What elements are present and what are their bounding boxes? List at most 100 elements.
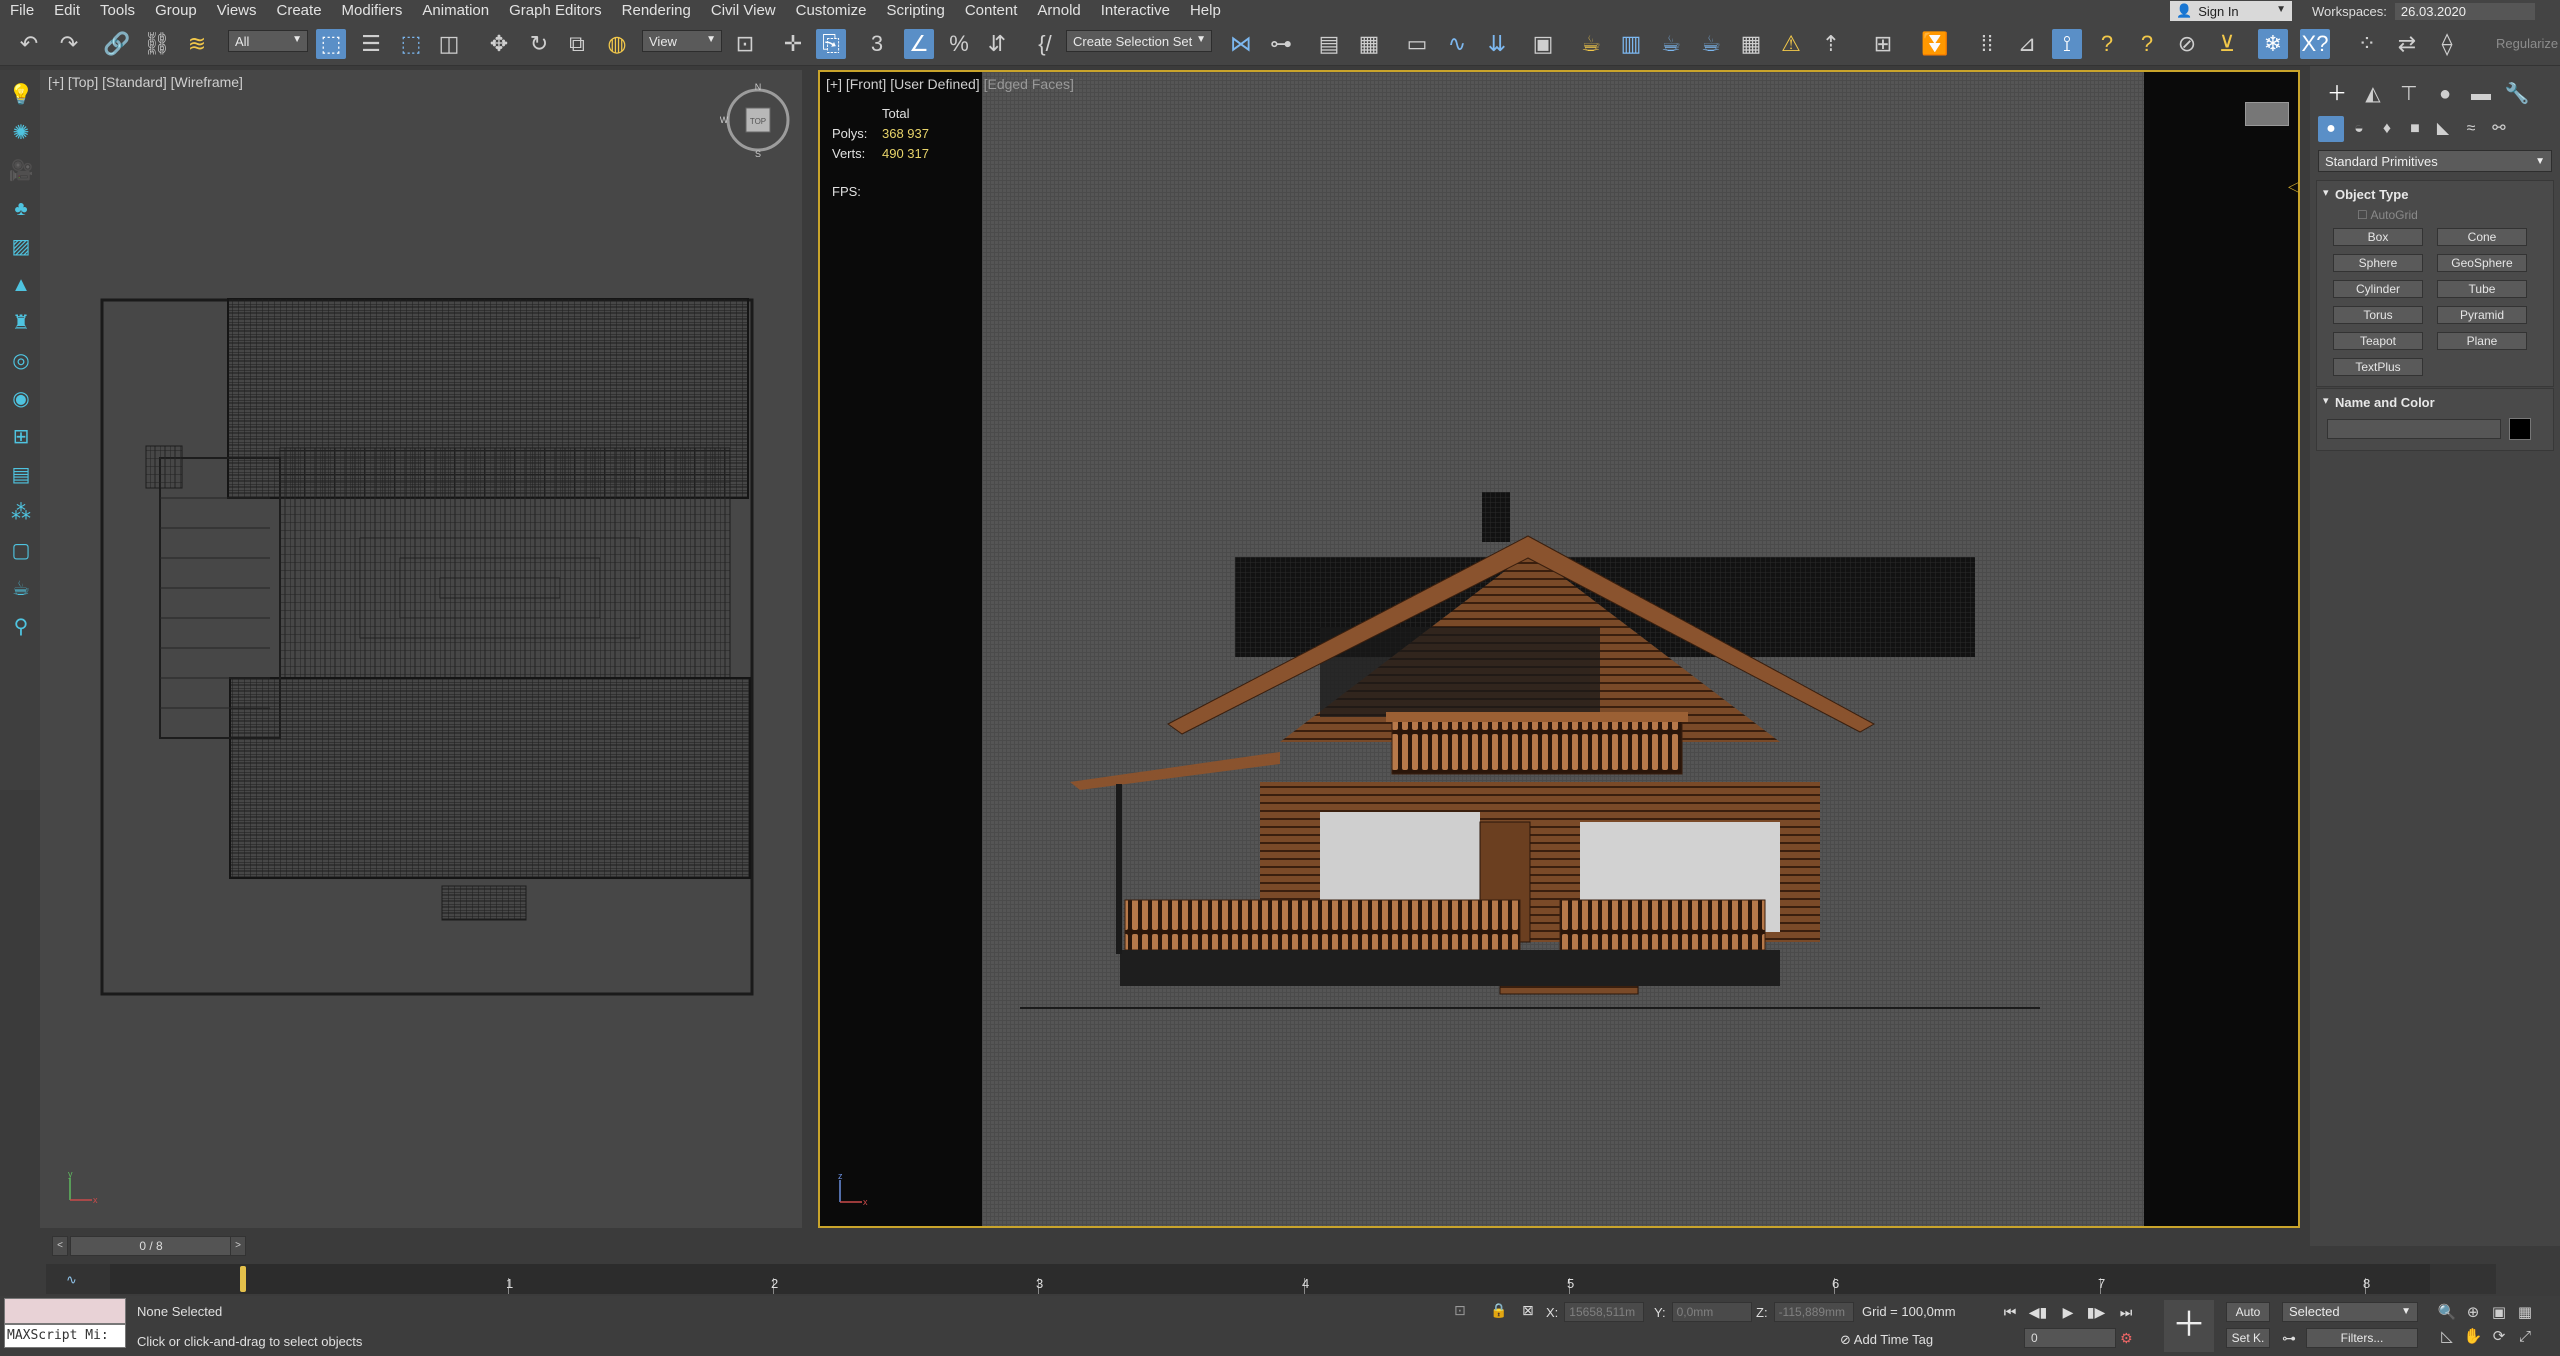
- go-to-end-icon[interactable]: ⏭: [2114, 1300, 2138, 1324]
- key-mode-icon[interactable]: ⊶: [2282, 1330, 2296, 1347]
- manipulate-icon[interactable]: ✛: [778, 29, 808, 59]
- snap-magnet-icon[interactable]: ⟟: [2052, 29, 2082, 59]
- key-filter-dropdown[interactable]: Selected ▼: [2282, 1302, 2418, 1322]
- top-viewport[interactable]: [+] [Top] [Standard] [Wireframe] TOP N S…: [40, 70, 802, 1228]
- named-selection-set-dropdown[interactable]: Create Selection Set ▼: [1066, 30, 1212, 52]
- name-and-color-title[interactable]: Name and Color: [2317, 389, 2553, 416]
- x-coordinate-field[interactable]: 15658,511m: [1564, 1302, 1645, 1322]
- menu-create[interactable]: Create: [267, 0, 332, 22]
- teapot-icon[interactable]: ☕: [8, 576, 34, 602]
- modify-tab-icon[interactable]: ◭: [2358, 80, 2388, 108]
- menu-civil-view[interactable]: Civil View: [701, 0, 786, 22]
- set-key-big-icon[interactable]: ＋: [2164, 1300, 2214, 1352]
- viewport-separator[interactable]: [802, 70, 818, 1228]
- orbit-icon[interactable]: ⟳: [2488, 1326, 2510, 1348]
- menu-edit[interactable]: Edit: [44, 0, 90, 22]
- frame-icon[interactable]: ▢: [8, 538, 34, 564]
- mirror-icon[interactable]: ⋈: [1226, 29, 1256, 59]
- snaps-toggle-icon[interactable]: 3: [862, 29, 892, 59]
- maximize-viewport-icon[interactable]: ⤢: [2514, 1326, 2536, 1348]
- timeline-ruler[interactable]: 1 2 3 4 5 6 7 8: [110, 1264, 2430, 1294]
- render-grid-icon[interactable]: ▦: [1736, 29, 1766, 59]
- render-iterative-icon[interactable]: ☕: [1696, 29, 1726, 59]
- geosphere-button[interactable]: GeoSphere: [2437, 254, 2527, 272]
- menu-group[interactable]: Group: [145, 0, 207, 22]
- maxscript-input[interactable]: MAXScript Mi:: [4, 1324, 126, 1348]
- maxscript-output[interactable]: [4, 1298, 126, 1324]
- selection-lock-icon[interactable]: 🔒: [1490, 1302, 1507, 1319]
- open-explorer-icon[interactable]: ⊞: [1868, 29, 1898, 59]
- lights-icon[interactable]: ♦: [2374, 116, 2400, 142]
- top-viewport-label[interactable]: [+] [Top] [Standard] [Wireframe]: [48, 74, 243, 90]
- rectangular-selection-icon[interactable]: ⬚: [396, 29, 426, 59]
- menu-animation[interactable]: Animation: [412, 0, 499, 22]
- xview-icon[interactable]: X?: [2300, 29, 2330, 59]
- grid-box-icon[interactable]: ⊞: [8, 424, 34, 450]
- sun-icon[interactable]: ✺: [8, 120, 34, 146]
- unlink-icon[interactable]: ⛓: [142, 29, 172, 59]
- absolute-mode-icon[interactable]: ⊠: [1522, 1302, 1534, 1319]
- box-button[interactable]: Box: [2333, 228, 2423, 246]
- expand-toolbar-icon[interactable]: ⏬: [1920, 29, 1950, 59]
- autogrid-checkbox[interactable]: ☐ AutoGrid: [2317, 208, 2553, 222]
- selection-filter-dropdown[interactable]: All ▼: [228, 30, 308, 52]
- pivot-center-icon[interactable]: ⊡: [730, 29, 760, 59]
- helpers-icon[interactable]: ◣: [2430, 116, 2456, 142]
- snap-angle-icon[interactable]: ?: [2092, 29, 2122, 59]
- time-slider[interactable]: 0 / 8: [70, 1236, 232, 1256]
- particles-icon[interactable]: ⁂: [8, 500, 34, 526]
- scene-explorer-icon[interactable]: ▤: [1314, 29, 1344, 59]
- menu-rendering[interactable]: Rendering: [612, 0, 701, 22]
- viewport-shading-standard[interactable]: [Standard]: [102, 74, 167, 90]
- utilities-tab-icon[interactable]: 🔧: [2502, 80, 2532, 108]
- keyboard-shortcut-override-icon[interactable]: ⎘: [816, 29, 846, 59]
- isolate-selection-icon[interactable]: ⊡: [1454, 1302, 1466, 1319]
- layer-explorer-icon[interactable]: ▦: [1354, 29, 1384, 59]
- redo-icon[interactable]: ↷: [54, 29, 84, 59]
- current-frame-marker[interactable]: [240, 1266, 246, 1292]
- go-to-start-icon[interactable]: ⏮: [1998, 1300, 2022, 1324]
- bulb-small-icon[interactable]: ⚲: [8, 614, 34, 640]
- edit-named-selection-icon[interactable]: {/: [1030, 29, 1060, 59]
- cameras-icon[interactable]: ■: [2402, 116, 2428, 142]
- hierarchy-icon[interactable]: ⇄: [2392, 29, 2422, 59]
- menu-file[interactable]: File: [0, 0, 44, 22]
- select-and-place-icon[interactable]: ◍: [602, 29, 632, 59]
- select-and-rotate-icon[interactable]: ↻: [524, 29, 554, 59]
- menu-views[interactable]: Views: [207, 0, 267, 22]
- select-object-icon[interactable]: ⬚: [316, 29, 346, 59]
- angle-snap-icon[interactable]: ∠: [904, 29, 934, 59]
- add-time-tag[interactable]: ⊘ Add Time Tag: [1840, 1332, 1933, 1348]
- select-and-move-icon[interactable]: ✥: [484, 29, 514, 59]
- tree-icon[interactable]: ♣: [8, 196, 34, 222]
- viewport-point-of-view[interactable]: [Front]: [846, 76, 886, 92]
- pin-icon[interactable]: ⇡: [1816, 29, 1846, 59]
- menu-scripting[interactable]: Scripting: [876, 0, 954, 22]
- zoom-extents-all-icon[interactable]: ▦: [2514, 1302, 2536, 1324]
- set-key-button[interactable]: Set K.: [2226, 1328, 2270, 1348]
- bind-space-warp-icon[interactable]: ≋: [182, 29, 212, 59]
- shapes-icon[interactable]: ◒: [2346, 116, 2372, 142]
- curve-editor-icon[interactable]: ∿: [1442, 29, 1472, 59]
- timeline[interactable]: ∿ 1 2 3 4 5 6 7 8: [46, 1264, 2496, 1294]
- render-production-icon[interactable]: ☕: [1656, 29, 1686, 59]
- texture-icon[interactable]: ▨: [8, 234, 34, 260]
- link-icon[interactable]: 🔗: [102, 29, 132, 59]
- snap-tool-icon[interactable]: ⊿: [2012, 29, 2042, 59]
- workspaces-select[interactable]: 26.03.2020: [2394, 2, 2535, 20]
- z-coordinate-field[interactable]: -115,889mm: [1773, 1302, 1854, 1322]
- undo-icon[interactable]: ↶: [14, 29, 44, 59]
- viewcube-front[interactable]: [2245, 102, 2289, 126]
- play-icon[interactable]: ▶: [2056, 1300, 2080, 1324]
- systems-icon[interactable]: ⚯: [2486, 116, 2512, 142]
- reference-coordinate-dropdown[interactable]: View ▼: [642, 30, 722, 52]
- sign-in-dropdown[interactable]: 👤 Sign In ▼: [2170, 1, 2292, 21]
- material-editor-icon[interactable]: ▣: [1528, 29, 1558, 59]
- hierarchy-tab-icon[interactable]: ⊤: [2394, 80, 2424, 108]
- object-type-title[interactable]: Object Type: [2317, 181, 2553, 208]
- y-coordinate-field[interactable]: 0,0mm: [1671, 1302, 1752, 1322]
- snap-override-icon[interactable]: ⊻: [2212, 29, 2242, 59]
- dots-grid-icon[interactable]: ⁘: [2352, 29, 2382, 59]
- torus-button[interactable]: Torus: [2333, 306, 2423, 324]
- menu-help[interactable]: Help: [1180, 0, 1231, 22]
